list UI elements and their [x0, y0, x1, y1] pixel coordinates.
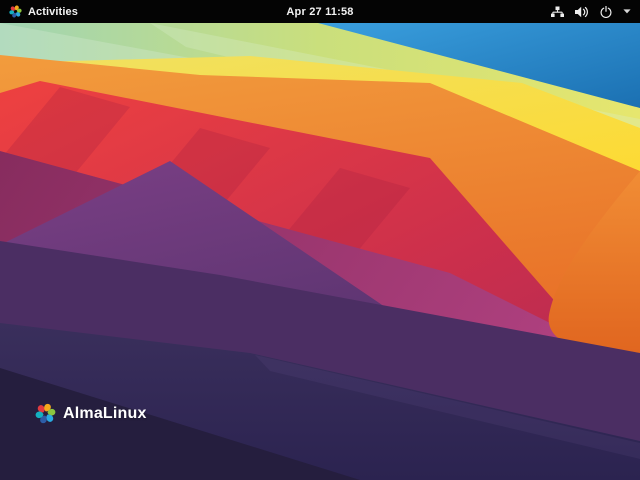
- power-icon: [600, 5, 612, 18]
- brand-name: AlmaLinux: [63, 404, 147, 422]
- system-tray[interactable]: [542, 0, 640, 23]
- network-wired-icon: [551, 6, 564, 17]
- caret-down-icon: [623, 9, 631, 14]
- activities-button[interactable]: Activities: [0, 0, 87, 23]
- volume-icon: [575, 6, 588, 17]
- almalinux-pinwheel-icon: [9, 5, 22, 18]
- almalinux-logo-icon: [35, 403, 56, 424]
- almalinux-brand: AlmaLinux: [35, 403, 147, 424]
- top-bar: Activities Apr 27 11:58: [0, 0, 640, 23]
- activities-label: Activities: [28, 5, 78, 18]
- clock-text: Apr 27 11:58: [286, 5, 354, 18]
